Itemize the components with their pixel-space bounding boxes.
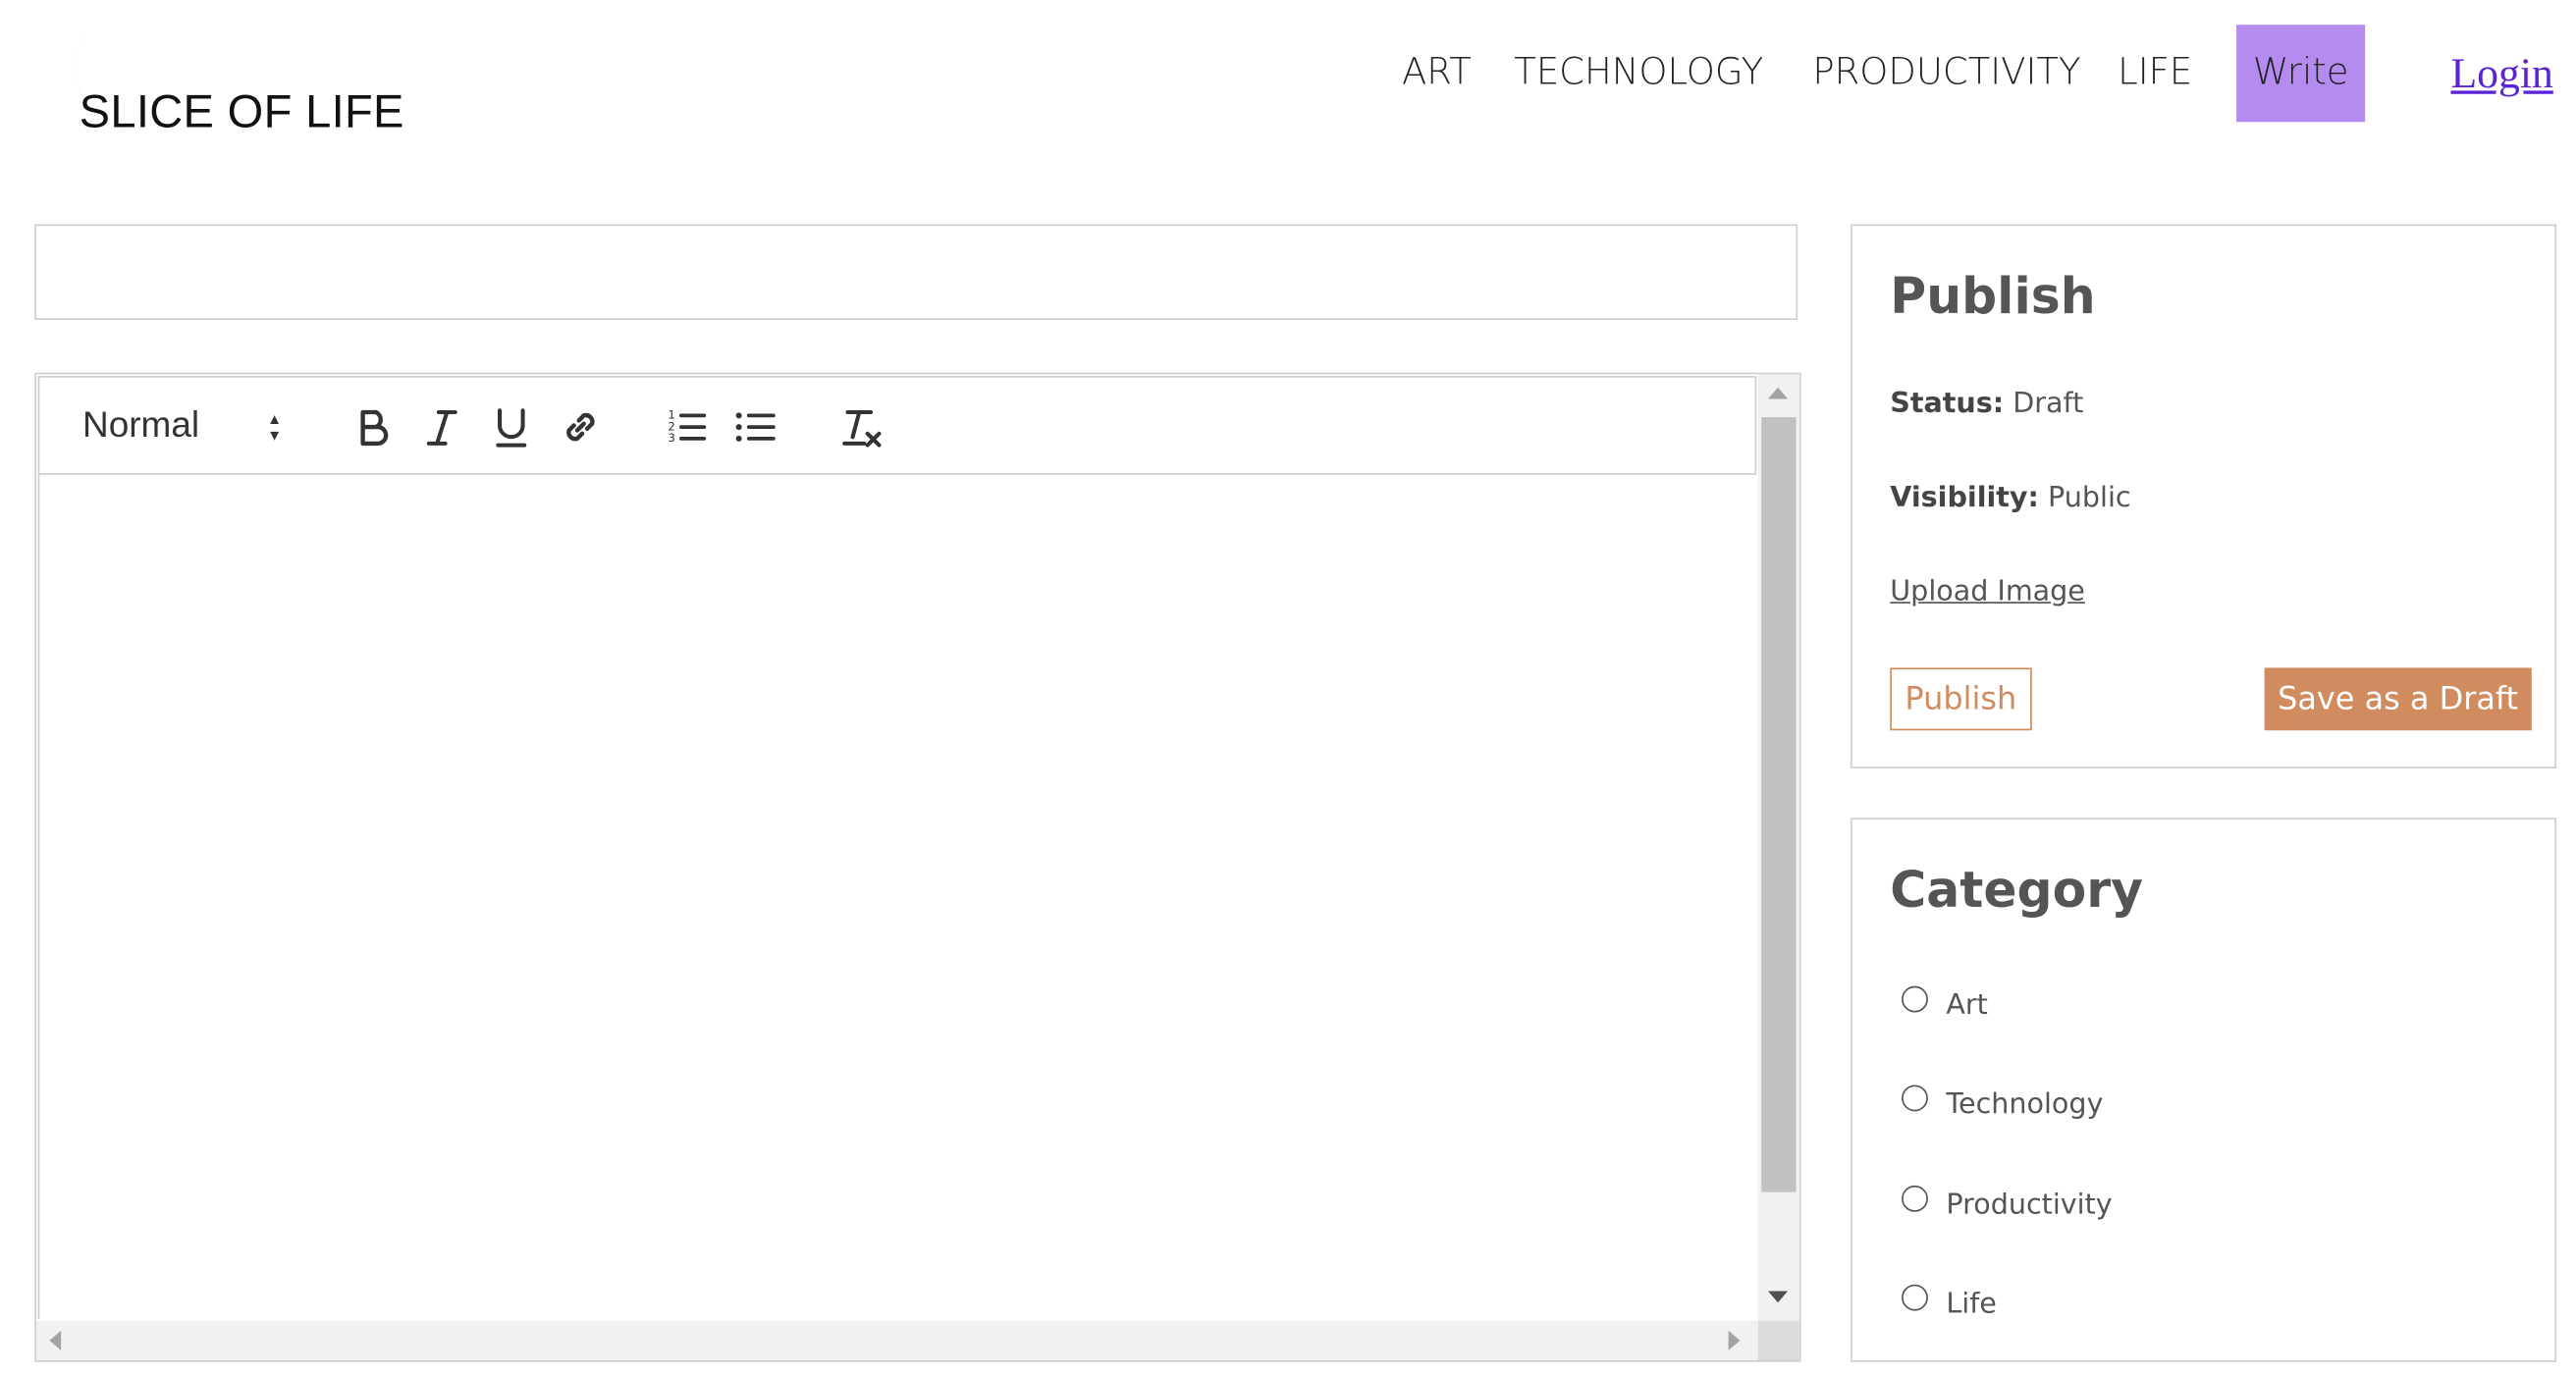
scrollbar-thumb[interactable] (1761, 417, 1797, 1192)
nav-write-button[interactable]: Write (2236, 25, 2366, 123)
category-label: Productivity (1946, 1189, 2113, 1222)
post-title-input[interactable] (34, 224, 1798, 320)
underline-icon[interactable] (488, 404, 534, 450)
scroll-left-icon[interactable] (49, 1330, 62, 1350)
category-panel-title: Category (1890, 862, 2143, 921)
select-arrows-icon: ▲ ▼ (267, 410, 283, 444)
radio-button[interactable] (1902, 1185, 1928, 1212)
publish-panel: Publish Status: Draft Visibility: Public… (1850, 224, 2556, 768)
link-icon[interactable] (558, 404, 604, 450)
nav-item-productivity[interactable]: PRODUCTIVITY (1812, 25, 2080, 124)
vertical-scrollbar[interactable] (1757, 374, 1799, 1321)
clear-format-icon[interactable] (837, 404, 884, 450)
text-format-value: Normal (82, 403, 200, 446)
radio-button[interactable] (1902, 1284, 1928, 1311)
status-value: Draft (2012, 387, 2084, 421)
visibility-row: Visibility: Public (1890, 482, 2130, 515)
scroll-right-icon[interactable] (1728, 1330, 1741, 1350)
scroll-up-icon[interactable] (1767, 387, 1789, 399)
ordered-list-icon[interactable]: 123 (663, 404, 709, 450)
status-label: Status: (1890, 387, 2005, 421)
category-label: Life (1946, 1288, 1997, 1321)
radio-button[interactable] (1902, 1084, 1928, 1112)
scroll-down-icon[interactable] (1767, 1291, 1789, 1303)
scrollbar-corner (1757, 1320, 1799, 1360)
nav-item-art[interactable]: ART (1402, 25, 1472, 124)
top-nav: ART TECHNOLOGY PRODUCTIVITY LIFE Write L… (0, 25, 2576, 124)
text-format-select[interactable]: Normal ▲ ▼ (82, 378, 296, 473)
category-label: Art (1946, 988, 1988, 1023)
rich-text-editor: Normal ▲ ▼ 123 (34, 372, 1801, 1362)
bold-icon[interactable] (349, 404, 396, 450)
italic-icon[interactable] (419, 404, 465, 450)
upload-image-link[interactable]: Upload Image (1890, 575, 2085, 608)
nav-item-technology[interactable]: TECHNOLOGY (1514, 25, 1763, 124)
horizontal-scrollbar[interactable] (35, 1320, 1758, 1360)
svg-text:3: 3 (668, 431, 674, 445)
visibility-label: Visibility: (1890, 481, 2039, 515)
publish-button[interactable]: Publish (1890, 667, 2032, 731)
category-label: Technology (1946, 1087, 2104, 1122)
category-panel: Category Art Technology Productivity Lif… (1850, 818, 2556, 1362)
save-draft-button[interactable]: Save as a Draft (2264, 667, 2532, 731)
nav-item-life[interactable]: LIFE (2118, 25, 2192, 124)
login-link[interactable]: Login (2450, 25, 2552, 124)
visibility-value: Public (2048, 481, 2131, 515)
status-row: Status: Draft (1890, 388, 2083, 421)
editor-content-area[interactable] (37, 474, 1757, 1320)
publish-panel-title: Publish (1890, 268, 2096, 327)
radio-button[interactable] (1902, 985, 1928, 1013)
editor-toolbar: Normal ▲ ▼ 123 (37, 376, 1757, 475)
bullet-list-icon[interactable] (732, 404, 778, 450)
